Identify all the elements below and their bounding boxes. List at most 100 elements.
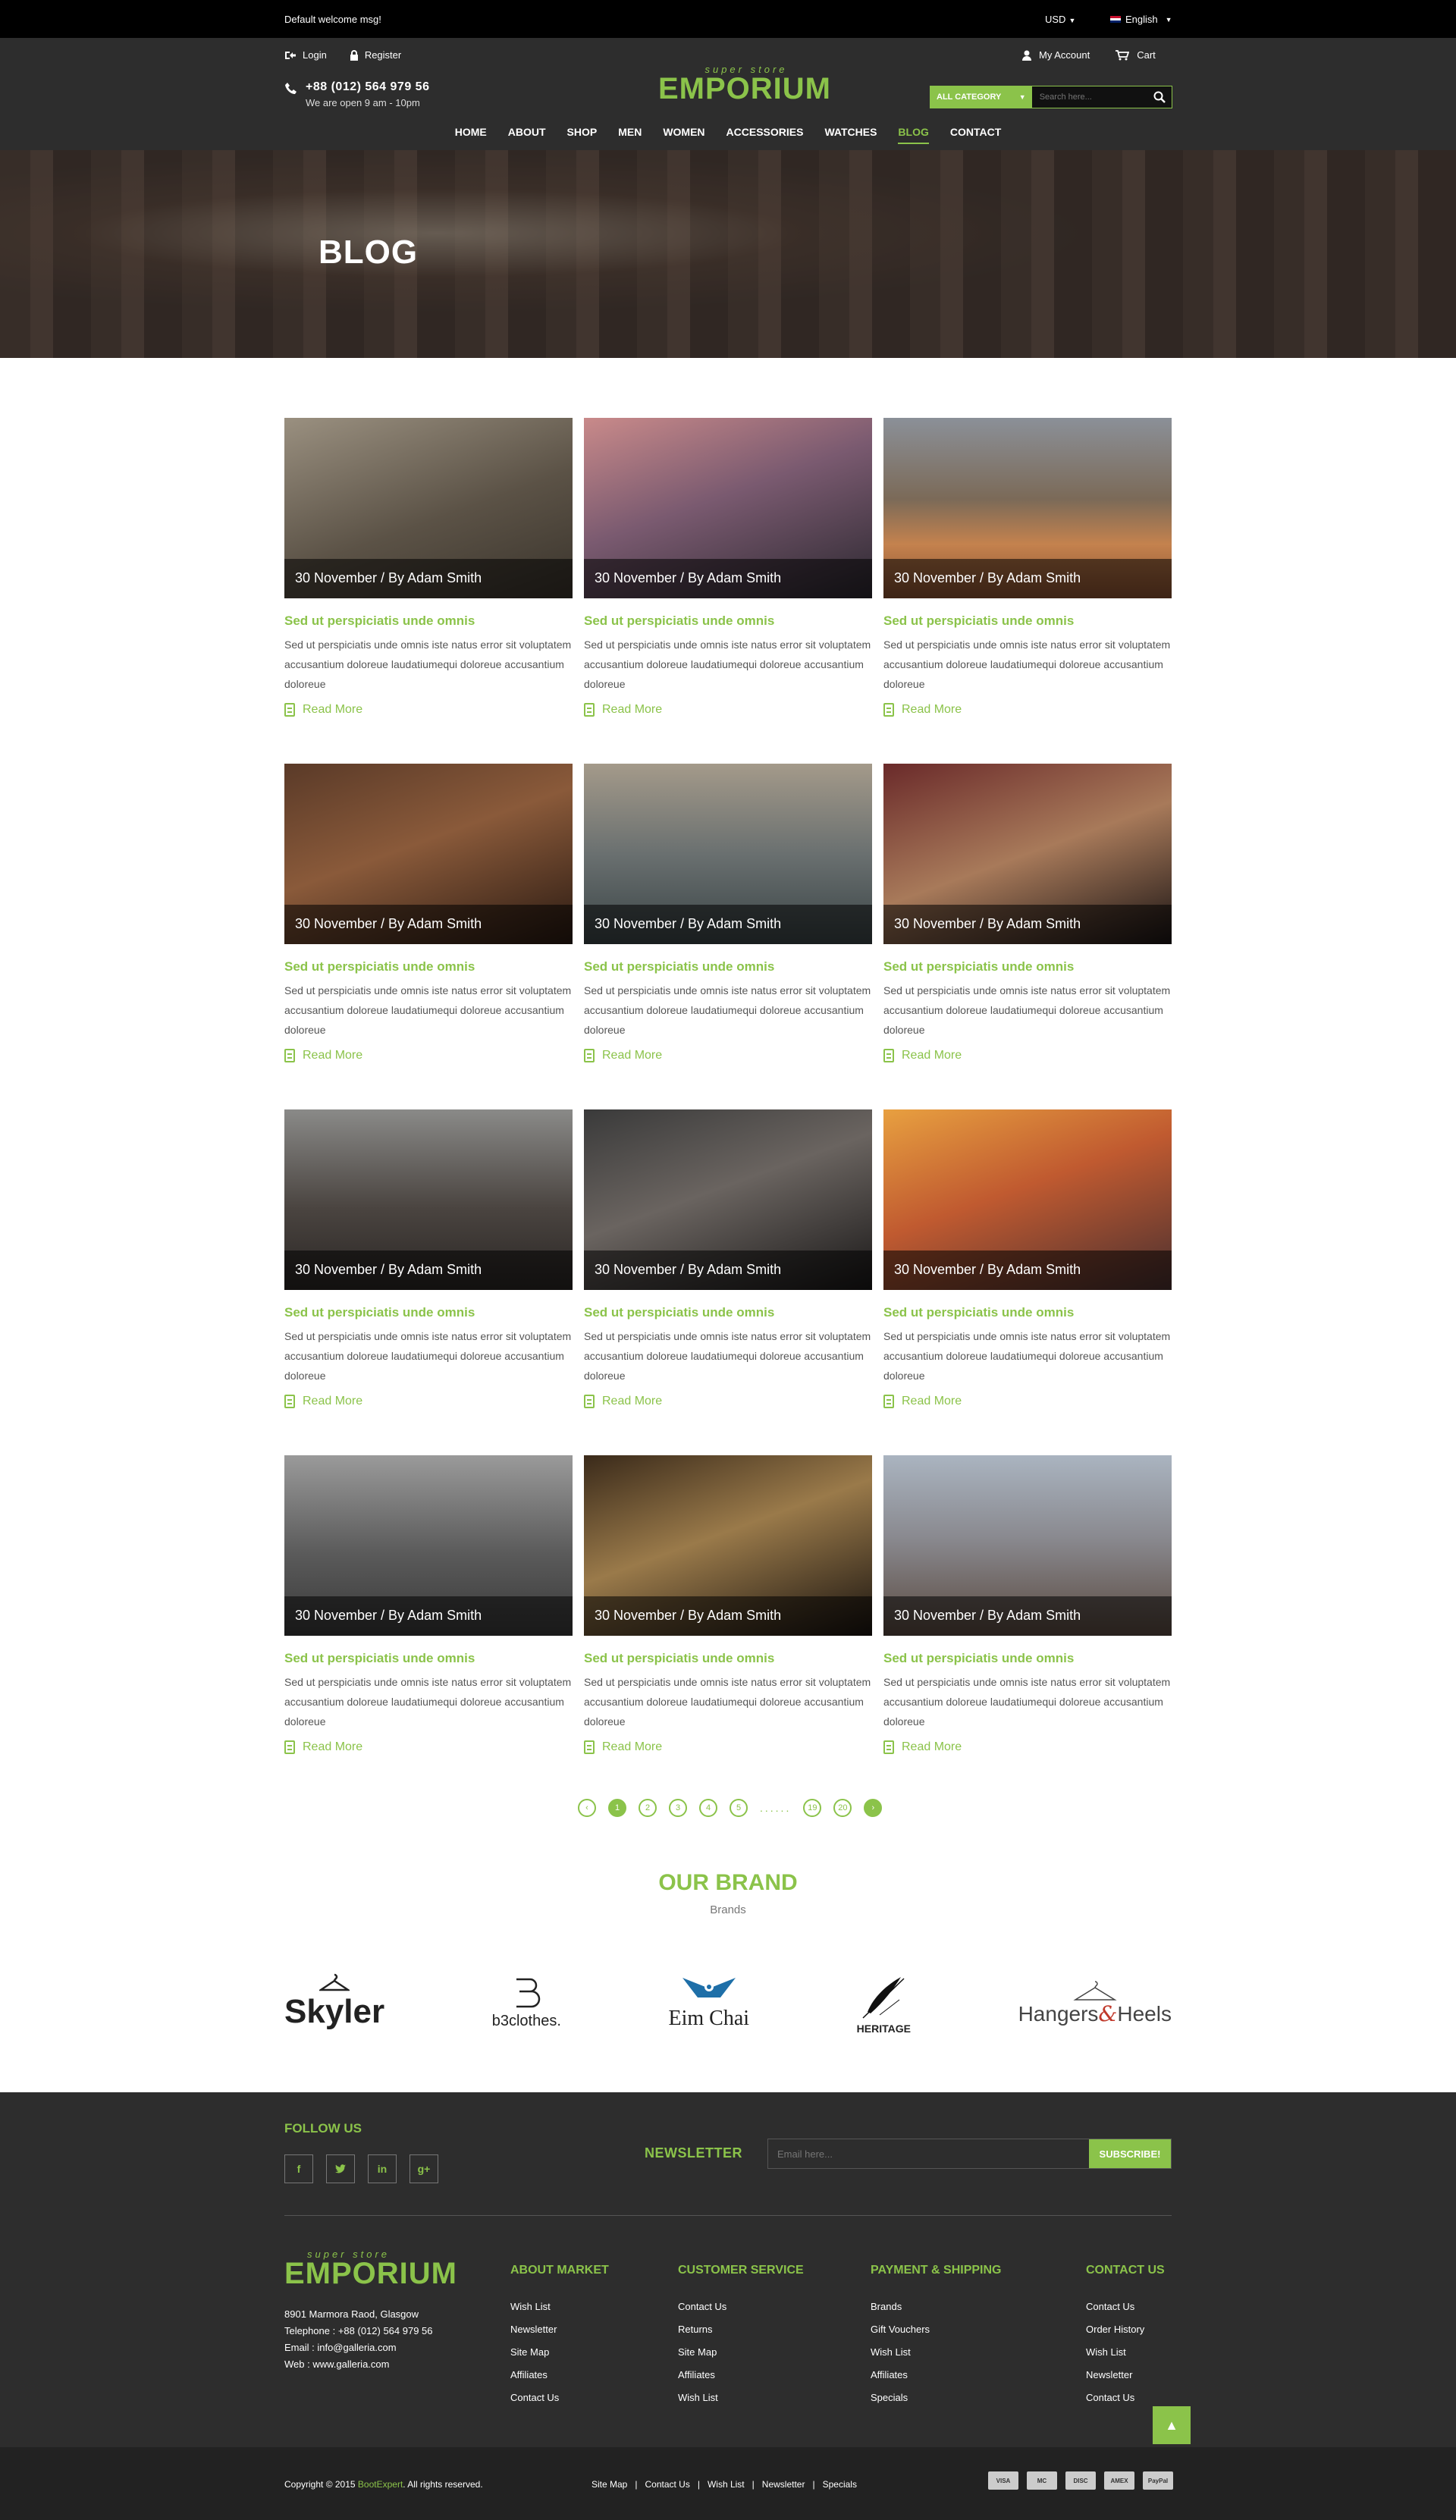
prev-page-icon[interactable]: ‹	[578, 1799, 596, 1817]
category-select[interactable]: ALL CATEGORY ▼	[930, 86, 1032, 108]
brand-logo-heritage[interactable]: HERITAGE	[857, 1969, 911, 2035]
footer-link[interactable]: Gift Vouchers	[871, 2318, 1001, 2341]
brand-logo-eim-chai[interactable]: Eim Chai	[669, 1973, 749, 2031]
post-title[interactable]: Sed ut perspiciatis unde omnis	[284, 614, 573, 629]
post-title[interactable]: Sed ut perspiciatis unde omnis	[883, 959, 1172, 974]
read-more-link[interactable]: Read More	[584, 1049, 872, 1062]
post-title[interactable]: Sed ut perspiciatis unde omnis	[584, 1305, 872, 1320]
cart-link[interactable]: Cart	[1116, 49, 1156, 61]
post-image[interactable]: 30 November / By Adam Smith	[883, 1455, 1172, 1636]
nav-item-shop[interactable]: SHOP	[567, 126, 598, 144]
footer-link[interactable]: Contact Us	[678, 2296, 804, 2318]
footer-link[interactable]: Brands	[871, 2296, 1001, 2318]
post-image[interactable]: 30 November / By Adam Smith	[284, 418, 573, 598]
email-field[interactable]	[768, 2139, 1089, 2168]
page-button[interactable]: 3	[669, 1799, 687, 1817]
next-page-icon[interactable]: ›	[864, 1799, 883, 1817]
search-input[interactable]	[1031, 86, 1147, 108]
post-title[interactable]: Sed ut perspiciatis unde omnis	[883, 1651, 1172, 1666]
read-more-link[interactable]: Read More	[584, 1395, 872, 1408]
post-image[interactable]: 30 November / By Adam Smith	[883, 764, 1172, 944]
footer-link[interactable]: Order History	[1086, 2318, 1165, 2341]
footer-link[interactable]: Wish List	[678, 2387, 804, 2409]
footer-link[interactable]: Wish List	[510, 2296, 609, 2318]
read-more-link[interactable]: Read More	[883, 1740, 1172, 1754]
read-more-link[interactable]: Read More	[284, 1049, 573, 1062]
login-link[interactable]: Login	[284, 49, 327, 61]
bottom-link[interactable]: Wish List	[708, 2479, 745, 2490]
post-image[interactable]: 30 November / By Adam Smith	[584, 418, 872, 598]
currency-selector[interactable]: USD ▼	[1045, 14, 1075, 25]
bottom-link[interactable]: Specials	[823, 2479, 857, 2490]
read-more-link[interactable]: Read More	[883, 703, 1172, 717]
post-title[interactable]: Sed ut perspiciatis unde omnis	[284, 1305, 573, 1320]
footer-link[interactable]: Affiliates	[871, 2364, 1001, 2387]
google-plus-icon[interactable]: g+	[410, 2154, 438, 2183]
footer-logo[interactable]: super store EMPORIUM	[284, 2249, 457, 2289]
back-to-top-button[interactable]: ▲	[1153, 2406, 1191, 2444]
page-button[interactable]: 4	[699, 1799, 717, 1817]
nav-item-watches[interactable]: WATCHES	[824, 126, 877, 144]
footer-link[interactable]: Newsletter	[1086, 2364, 1165, 2387]
footer-link[interactable]: Newsletter	[510, 2318, 609, 2341]
bottom-link[interactable]: Contact Us	[645, 2479, 689, 2490]
footer-link[interactable]: Wish List	[1086, 2341, 1165, 2364]
post-image[interactable]: 30 November / By Adam Smith	[584, 764, 872, 944]
nav-item-about[interactable]: ABOUT	[508, 126, 546, 144]
post-image[interactable]: 30 November / By Adam Smith	[284, 764, 573, 944]
page-button[interactable]: 19	[803, 1799, 822, 1817]
read-more-link[interactable]: Read More	[584, 703, 872, 717]
post-title[interactable]: Sed ut perspiciatis unde omnis	[584, 1651, 872, 1666]
footer-link[interactable]: Contact Us	[1086, 2296, 1165, 2318]
my-account-link[interactable]: My Account	[1022, 49, 1090, 61]
footer-link[interactable]: Specials	[871, 2387, 1001, 2409]
post-image[interactable]: 30 November / By Adam Smith	[584, 1455, 872, 1636]
post-title[interactable]: Sed ut perspiciatis unde omnis	[883, 1305, 1172, 1320]
footer-link[interactable]: Affiliates	[510, 2364, 609, 2387]
nav-item-home[interactable]: HOME	[455, 126, 487, 144]
nav-item-blog[interactable]: BLOG	[898, 126, 929, 144]
footer-link[interactable]: Returns	[678, 2318, 804, 2341]
brand-logo-skyler[interactable]: Skyler	[284, 1973, 384, 2031]
bottom-link[interactable]: Newsletter	[762, 2479, 805, 2490]
post-image[interactable]: 30 November / By Adam Smith	[883, 418, 1172, 598]
read-more-link[interactable]: Read More	[584, 1740, 872, 1754]
bottom-link[interactable]: Site Map	[592, 2479, 627, 2490]
footer-link[interactable]: Wish List	[871, 2341, 1001, 2364]
footer-link[interactable]: Affiliates	[678, 2364, 804, 2387]
read-more-link[interactable]: Read More	[883, 1395, 1172, 1408]
post-title[interactable]: Sed ut perspiciatis unde omnis	[584, 614, 872, 629]
post-image[interactable]: 30 November / By Adam Smith	[284, 1109, 573, 1290]
post-image[interactable]: 30 November / By Adam Smith	[584, 1109, 872, 1290]
footer-link[interactable]: Site Map	[510, 2341, 609, 2364]
page-button[interactable]: 1	[608, 1799, 626, 1817]
post-title[interactable]: Sed ut perspiciatis unde omnis	[284, 1651, 573, 1666]
language-selector[interactable]: English ▼	[1110, 14, 1172, 25]
footer-link[interactable]: Contact Us	[510, 2387, 609, 2409]
nav-item-women[interactable]: WOMEN	[663, 126, 704, 144]
page-button[interactable]: 5	[730, 1799, 748, 1817]
brand-logo-hangers-heels[interactable]: Hangers&Heels	[1018, 1979, 1172, 2026]
read-more-link[interactable]: Read More	[284, 703, 573, 717]
register-link[interactable]: Register	[350, 49, 401, 61]
page-button[interactable]: 20	[833, 1799, 852, 1817]
copyright-brand-link[interactable]: BootExpert	[358, 2479, 403, 2490]
page-button[interactable]: 2	[639, 1799, 657, 1817]
site-logo[interactable]: super store EMPORIUM	[658, 64, 830, 104]
post-title[interactable]: Sed ut perspiciatis unde omnis	[883, 614, 1172, 629]
nav-item-men[interactable]: MEN	[618, 126, 642, 144]
brand-logo-b3clothes[interactable]: b3clothes.	[492, 1975, 561, 2030]
nav-item-accessories[interactable]: ACCESSORIES	[726, 126, 804, 144]
post-image[interactable]: 30 November / By Adam Smith	[284, 1455, 573, 1636]
linkedin-icon[interactable]: in	[368, 2154, 397, 2183]
facebook-icon[interactable]: f	[284, 2154, 313, 2183]
nav-item-contact[interactable]: CONTACT	[950, 126, 1001, 144]
search-button[interactable]	[1147, 86, 1172, 108]
read-more-link[interactable]: Read More	[284, 1740, 573, 1754]
subscribe-button[interactable]: SUBSCRIBE!	[1089, 2139, 1171, 2168]
read-more-link[interactable]: Read More	[883, 1049, 1172, 1062]
post-title[interactable]: Sed ut perspiciatis unde omnis	[584, 959, 872, 974]
twitter-icon[interactable]	[326, 2154, 355, 2183]
post-image[interactable]: 30 November / By Adam Smith	[883, 1109, 1172, 1290]
post-title[interactable]: Sed ut perspiciatis unde omnis	[284, 959, 573, 974]
